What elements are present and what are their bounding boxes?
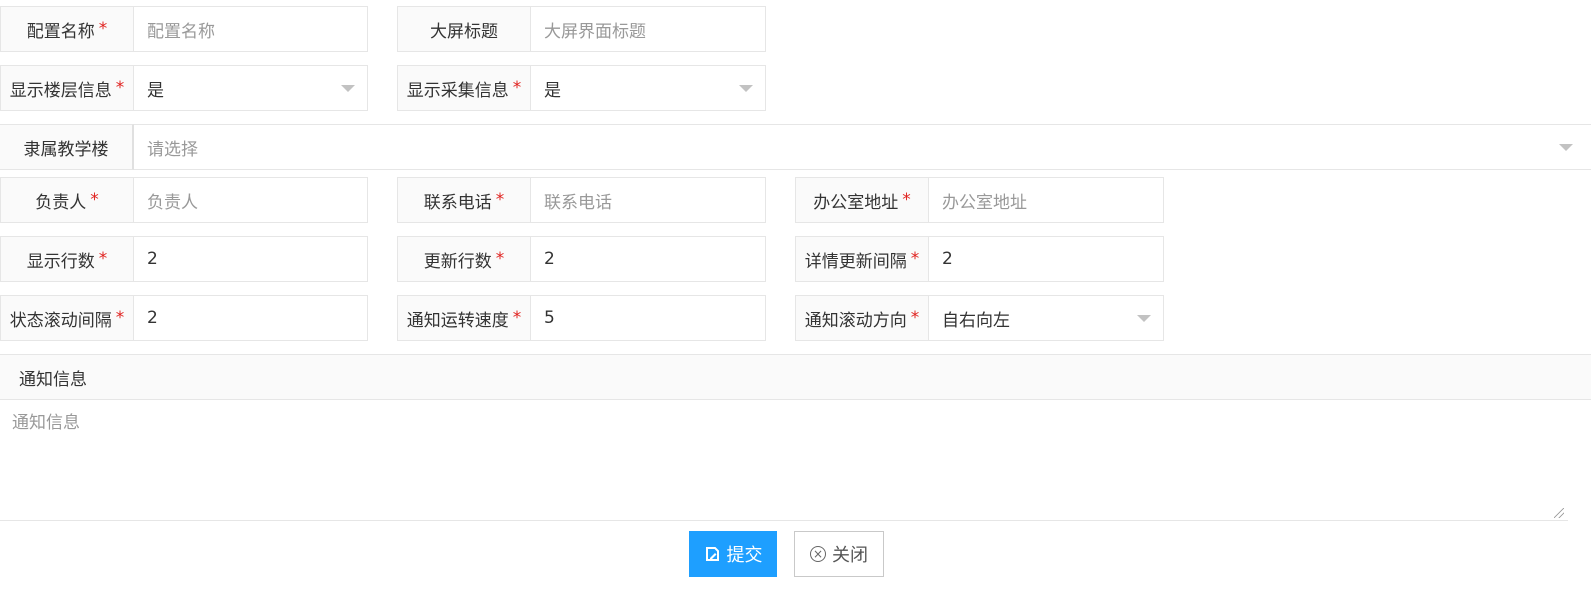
resize-handle-icon[interactable] <box>1554 508 1564 518</box>
show-collect-field: 显示采集信息 * 是 <box>397 65 766 111</box>
detail-interval-input[interactable]: 2 <box>929 236 1164 282</box>
show-collect-select[interactable]: 是 <box>531 65 766 111</box>
chevron-down-icon <box>341 85 355 92</box>
manager-field: 负责人 * 负责人 <box>0 177 368 223</box>
building-field: 隶属教学楼 请选择 <box>0 124 1591 170</box>
rows-update-label: 更新行数 * <box>397 236 531 282</box>
building-select[interactable]: 请选择 <box>134 124 1591 170</box>
chevron-down-icon <box>739 85 753 92</box>
phone-label: 联系电话 * <box>397 177 531 223</box>
notice-direction-field: 通知滚动方向 * 自右向左 <box>795 295 1164 341</box>
rows-shown-label: 显示行数 * <box>0 236 134 282</box>
chevron-down-icon <box>1137 315 1151 322</box>
show-floor-label: 显示楼层信息 * <box>0 65 134 111</box>
submit-button[interactable]: 提交 <box>689 531 777 577</box>
phone-input[interactable]: 联系电话 <box>531 177 766 223</box>
office-label: 办公室地址 * <box>795 177 929 223</box>
phone-field: 联系电话 * 联系电话 <box>397 177 766 223</box>
screen-title-input[interactable]: 大屏界面标题 <box>531 6 766 52</box>
manager-label: 负责人 * <box>0 177 134 223</box>
notice-direction-label: 通知滚动方向 * <box>795 295 929 341</box>
status-interval-label: 状态滚动间隔 * <box>0 295 134 341</box>
show-floor-select[interactable]: 是 <box>134 65 368 111</box>
config-name-field: 配置名称 * 配置名称 <box>0 6 368 52</box>
detail-interval-field: 详情更新间隔 * 2 <box>795 236 1164 282</box>
screen-title-field: 大屏标题 大屏界面标题 <box>397 6 766 52</box>
detail-interval-label: 详情更新间隔 * <box>795 236 929 282</box>
notice-speed-field: 通知运转速度 * 5 <box>397 295 766 341</box>
office-field: 办公室地址 * 办公室地址 <box>795 177 1164 223</box>
notice-textarea[interactable]: 通知信息 <box>0 400 1568 521</box>
building-label: 隶属教学楼 <box>0 124 134 170</box>
rows-shown-input[interactable]: 2 <box>134 236 368 282</box>
manager-input[interactable]: 负责人 <box>134 177 368 223</box>
close-button[interactable]: × 关闭 <box>794 531 884 577</box>
notice-speed-label: 通知运转速度 * <box>397 295 531 341</box>
close-circle-icon: × <box>810 546 826 562</box>
edit-icon <box>705 546 719 561</box>
rows-update-field: 更新行数 * 2 <box>397 236 766 282</box>
notice-direction-select[interactable]: 自右向左 <box>929 295 1164 341</box>
config-name-label: 配置名称 * <box>0 6 134 52</box>
show-floor-field: 显示楼层信息 * 是 <box>0 65 368 111</box>
office-input[interactable]: 办公室地址 <box>929 177 1164 223</box>
chevron-down-icon <box>1559 144 1573 151</box>
rows-shown-field: 显示行数 * 2 <box>0 236 368 282</box>
notice-label: 通知信息 <box>0 354 1591 400</box>
status-interval-field: 状态滚动间隔 * 2 <box>0 295 368 341</box>
config-name-input[interactable]: 配置名称 <box>134 6 368 52</box>
rows-update-input[interactable]: 2 <box>531 236 766 282</box>
notice-speed-input[interactable]: 5 <box>531 295 766 341</box>
screen-title-label: 大屏标题 <box>397 6 531 52</box>
status-interval-input[interactable]: 2 <box>134 295 368 341</box>
show-collect-label: 显示采集信息 * <box>397 65 531 111</box>
